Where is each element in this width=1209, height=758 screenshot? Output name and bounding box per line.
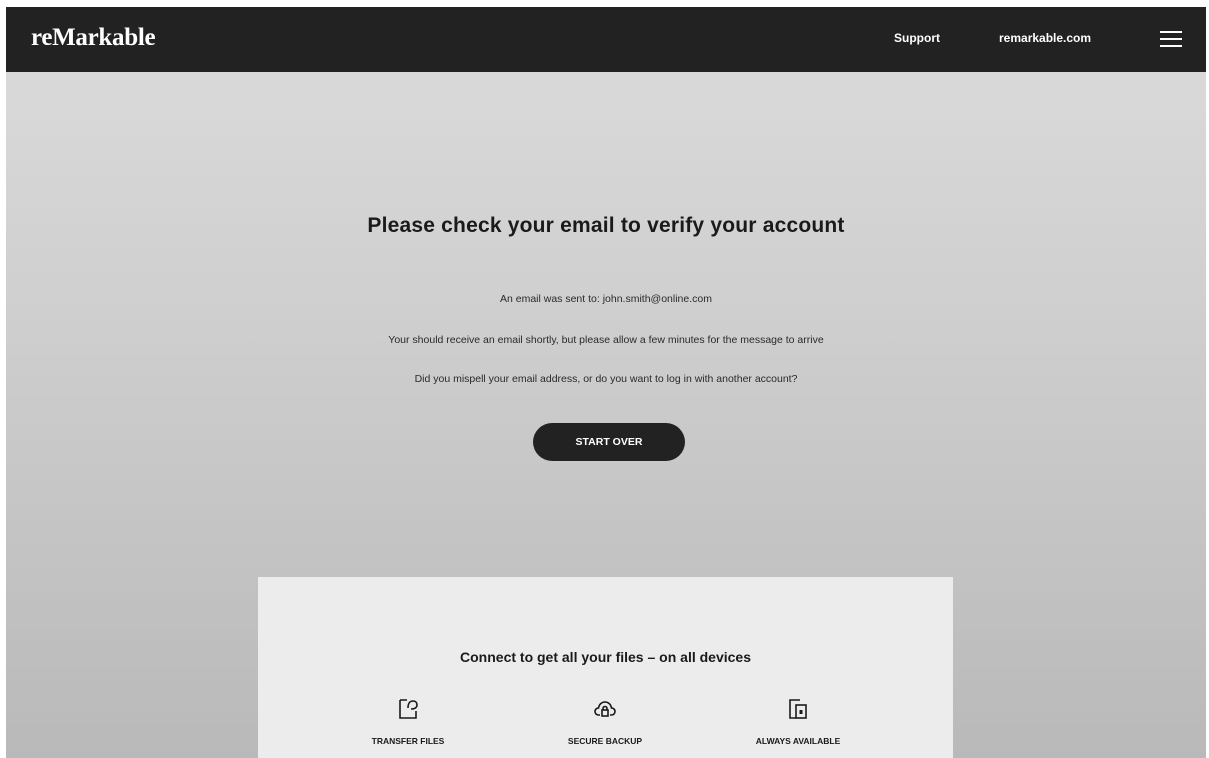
menu-bar-line [1160,31,1182,33]
page-title: Please check your email to verify your a… [367,214,845,237]
arrival-wait-notice: Your should receive an email shortly, bu… [388,334,824,346]
secure-backup-icon [594,701,616,717]
menu-bar-line [1160,45,1182,47]
page: reMarkable Support remarkable.com Please… [6,7,1206,758]
connect-panel: Connect to get all your files – on all d… [258,577,953,758]
remarkable-logo[interactable]: reMarkable [31,24,156,52]
email-sent-notice: An email was sent to: john.smith@online.… [499,293,712,305]
transfer-files-icon [399,699,418,719]
connect-panel-title: Connect to get all your files – on all d… [460,649,751,665]
misspell-prompt: Did you mispell your email address, or d… [414,373,798,385]
always-available-icon [789,699,807,719]
remarkable-site-link[interactable]: remarkable.com [999,31,1091,45]
feature-label: SECURE BACKUP [567,736,643,746]
support-link[interactable]: Support [894,31,940,45]
feature-transfer-files: TRANSFER FILES [323,697,493,746]
start-over-button[interactable]: START OVER [533,423,685,461]
top-navigation-bar: reMarkable Support remarkable.com [6,7,1206,72]
menu-bar-line [1160,38,1182,40]
feature-label: ALWAYS AVAILABLE [755,736,841,746]
feature-always-available: ALWAYS AVAILABLE [713,697,883,746]
hamburger-menu-icon[interactable] [1158,27,1186,51]
feature-label: TRANSFER FILES [371,736,445,746]
feature-secure-backup: SECURE BACKUP [520,697,690,746]
